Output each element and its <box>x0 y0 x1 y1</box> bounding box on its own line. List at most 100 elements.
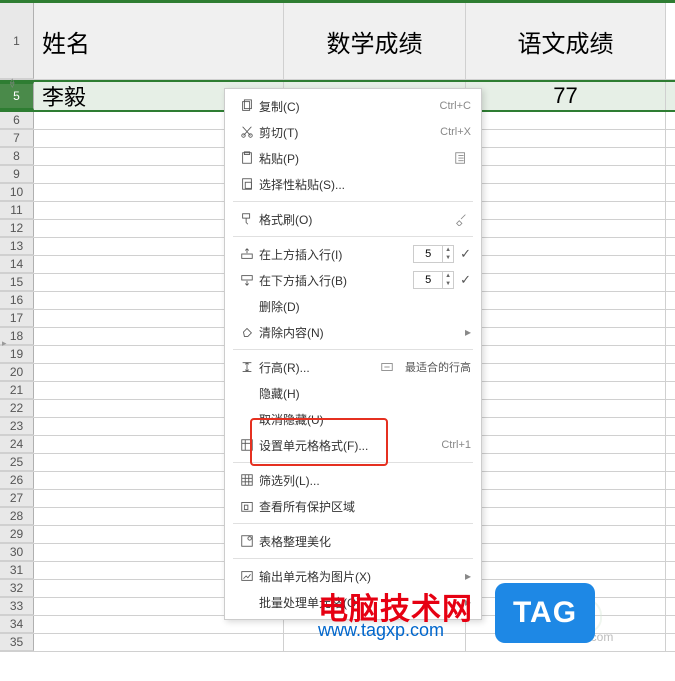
row-header-33[interactable]: 33 <box>0 598 34 615</box>
menu-delete[interactable]: 删除(D) <box>225 293 481 319</box>
menu-format-painter[interactable]: 格式刷(O) <box>225 206 481 232</box>
row-header-5[interactable]: ▵▿ 5 <box>0 82 34 110</box>
cell-C25[interactable] <box>466 454 666 471</box>
cell-B1[interactable]: 数学成绩 <box>284 3 466 79</box>
row-header-1[interactable]: 1 <box>0 3 34 79</box>
insert-above-input[interactable] <box>414 247 442 261</box>
menu-insert-below[interactable]: 在下方插入行(B) ▲▼ ✓ <box>225 267 481 293</box>
menu-beautify[interactable]: 表格整理美化 <box>225 528 481 554</box>
row-header-10[interactable]: 10 <box>0 184 34 201</box>
menu-paste[interactable]: 粘贴(P) <box>225 145 481 171</box>
row-header-30[interactable]: 30 <box>0 544 34 561</box>
menu-cut[interactable]: 剪切(T) Ctrl+X <box>225 119 481 145</box>
row-header-9[interactable]: 9 <box>0 166 34 183</box>
cell-C16[interactable] <box>466 292 666 309</box>
cell-C9[interactable] <box>466 166 666 183</box>
cell-C10[interactable] <box>466 184 666 201</box>
cell-C26[interactable] <box>466 472 666 489</box>
row-header-26[interactable]: 26 <box>0 472 34 489</box>
insert-above-count[interactable]: ▲▼ <box>413 245 454 263</box>
cell-C31[interactable] <box>466 562 666 579</box>
cell-C5[interactable]: 77 <box>466 82 666 110</box>
row-header-14[interactable]: 14 <box>0 256 34 273</box>
cell-C23[interactable] <box>466 418 666 435</box>
clear-icon <box>235 325 259 339</box>
insert-below-input[interactable] <box>414 273 442 287</box>
cell-C22[interactable] <box>466 400 666 417</box>
menu-row-height[interactable]: 行高(R)... 最适合的行高 <box>225 354 481 380</box>
row-header-12[interactable]: 12 <box>0 220 34 237</box>
cell-C24[interactable] <box>466 436 666 453</box>
paste-options-icon[interactable] <box>451 151 471 165</box>
row-header-31[interactable]: 31 <box>0 562 34 579</box>
row-header-6[interactable]: 6 <box>0 112 34 129</box>
cell-C29[interactable] <box>466 526 666 543</box>
row-header-21[interactable]: 21 <box>0 382 34 399</box>
spin-down[interactable]: ▼ <box>443 254 453 262</box>
row-header-15[interactable]: 15 <box>0 274 34 291</box>
autofit-icon[interactable] <box>377 360 397 374</box>
watermark-url: www.tagxp.com <box>318 620 444 641</box>
check-icon[interactable]: ✓ <box>460 246 471 262</box>
filter-icon <box>235 473 259 487</box>
row-header-17[interactable]: 17 <box>0 310 34 327</box>
menu-unhide[interactable]: 取消隐藏(U) <box>225 406 481 432</box>
cell-C17[interactable] <box>466 310 666 327</box>
insert-below-count[interactable]: ▲▼ <box>413 271 454 289</box>
cell-A1[interactable]: 姓名 <box>34 3 284 79</box>
row-header-7[interactable]: 7 <box>0 130 34 147</box>
menu-copy[interactable]: 复制(C) Ctrl+C <box>225 93 481 119</box>
menu-insert-above[interactable]: 在上方插入行(I) ▲▼ ✓ <box>225 241 481 267</box>
cell-C6[interactable] <box>466 112 666 129</box>
row-header-27[interactable]: 27 <box>0 490 34 507</box>
menu-clear[interactable]: 清除内容(N) ▸ <box>225 319 481 345</box>
cell-C7[interactable] <box>466 130 666 147</box>
copy-icon <box>235 99 259 113</box>
row-header-16[interactable]: 16 <box>0 292 34 309</box>
cell-C11[interactable] <box>466 202 666 219</box>
menu-paste-special[interactable]: 选择性粘贴(S)... <box>225 171 481 197</box>
cell-C18[interactable] <box>466 328 666 345</box>
menu-separator <box>233 558 473 559</box>
cell-C20[interactable] <box>466 364 666 381</box>
row-header-22[interactable]: 22 <box>0 400 34 417</box>
row-header-24[interactable]: 24 <box>0 436 34 453</box>
cell-A35[interactable] <box>34 634 284 651</box>
spin-down[interactable]: ▼ <box>443 280 453 288</box>
menu-protect-area[interactable]: 查看所有保护区域 <box>225 493 481 519</box>
hidden-rows-indicator[interactable]: ▵▿ <box>10 78 24 90</box>
row-header-28[interactable]: 28 <box>0 508 34 525</box>
cell-C1[interactable]: 语文成绩 <box>466 3 666 79</box>
cell-C14[interactable] <box>466 256 666 273</box>
cell-C8[interactable] <box>466 148 666 165</box>
menu-separator <box>233 236 473 237</box>
spin-up[interactable]: ▲ <box>443 272 453 280</box>
row-header-8[interactable]: 8 <box>0 148 34 165</box>
row-1: 1 姓名 数学成绩 语文成绩 <box>0 0 675 80</box>
row-header-19[interactable]: 19 <box>0 346 34 363</box>
menu-hide[interactable]: 隐藏(H) <box>225 380 481 406</box>
cell-C27[interactable] <box>466 490 666 507</box>
row-header-20[interactable]: 20 <box>0 364 34 381</box>
cell-C13[interactable] <box>466 238 666 255</box>
cell-C12[interactable] <box>466 220 666 237</box>
spin-up[interactable]: ▲ <box>443 246 453 254</box>
menu-cell-format[interactable]: 设置单元格格式(F)... Ctrl+1 <box>225 432 481 458</box>
cell-C28[interactable] <box>466 508 666 525</box>
cell-C15[interactable] <box>466 274 666 291</box>
menu-separator <box>233 462 473 463</box>
cell-C19[interactable] <box>466 346 666 363</box>
row-header-11[interactable]: 11 <box>0 202 34 219</box>
row-header-34[interactable]: 34 <box>0 616 34 633</box>
menu-separator <box>233 201 473 202</box>
row-header-35[interactable]: 35 <box>0 634 34 651</box>
cell-C21[interactable] <box>466 382 666 399</box>
menu-filter-col[interactable]: 筛选列(L)... <box>225 467 481 493</box>
check-icon[interactable]: ✓ <box>460 272 471 288</box>
row-header-25[interactable]: 25 <box>0 454 34 471</box>
row-header-29[interactable]: 29 <box>0 526 34 543</box>
cell-C30[interactable] <box>466 544 666 561</box>
row-header-13[interactable]: 13 <box>0 238 34 255</box>
row-header-32[interactable]: 32 <box>0 580 34 597</box>
row-header-23[interactable]: 23 <box>0 418 34 435</box>
